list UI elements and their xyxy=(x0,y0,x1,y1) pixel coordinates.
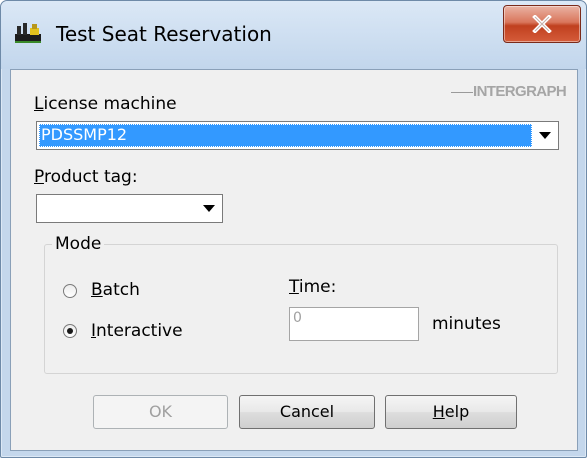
interactive-label-text: nteractive xyxy=(96,321,183,341)
time-label-text: ime: xyxy=(298,277,337,297)
license-machine-label-text: icense machine xyxy=(43,94,177,114)
dialog-body: INTERGRAPH License machine PDSSMP12 Prod… xyxy=(10,69,578,451)
logo-swoosh xyxy=(451,92,473,93)
product-tag-dropdown-button[interactable] xyxy=(196,196,221,221)
title-bar[interactable]: Test Seat Reservation xyxy=(1,1,586,69)
mode-legend: Mode xyxy=(52,234,105,254)
product-tag-label: Product tag: xyxy=(34,167,138,187)
close-x-icon xyxy=(532,15,552,33)
chevron-down-icon xyxy=(203,205,215,212)
interactive-radio[interactable] xyxy=(63,324,77,338)
chevron-down-icon xyxy=(539,132,551,139)
time-input[interactable]: 0 xyxy=(289,307,419,341)
minutes-unit-label: minutes xyxy=(432,314,501,334)
help-label-text: elp xyxy=(444,402,470,421)
window-title: Test Seat Reservation xyxy=(56,22,272,46)
time-label: Time: xyxy=(289,277,336,297)
intergraph-logo: INTERGRAPH xyxy=(451,82,576,104)
help-button[interactable]: Help xyxy=(385,395,517,429)
license-machine-value: PDSSMP12 xyxy=(39,124,532,147)
dialog-window: Test Seat Reservation INTERGRAPH License… xyxy=(0,0,587,458)
license-machine-dropdown[interactable]: PDSSMP12 xyxy=(36,121,559,150)
license-app-icon xyxy=(15,23,41,43)
help-mnemonic: H xyxy=(432,402,445,421)
batch-radio[interactable] xyxy=(63,284,77,298)
radio-selected-dot xyxy=(67,328,73,334)
product-tag-label-text: roduct tag: xyxy=(43,167,138,187)
batch-mnemonic: B xyxy=(91,280,103,300)
batch-label-text: atch xyxy=(102,280,140,300)
cancel-button[interactable]: Cancel xyxy=(239,395,375,429)
batch-label[interactable]: Batch xyxy=(91,280,140,300)
close-button[interactable] xyxy=(503,5,581,43)
product-tag-mnemonic: P xyxy=(34,167,44,187)
license-machine-label: License machine xyxy=(34,94,177,114)
license-machine-dropdown-button[interactable] xyxy=(532,123,557,148)
logo-text: INTERGRAPH xyxy=(473,83,567,100)
product-tag-dropdown[interactable] xyxy=(36,194,223,223)
interactive-label[interactable]: Interactive xyxy=(91,321,183,341)
time-mnemonic: T xyxy=(289,277,299,297)
ok-button[interactable]: OK xyxy=(93,395,228,429)
